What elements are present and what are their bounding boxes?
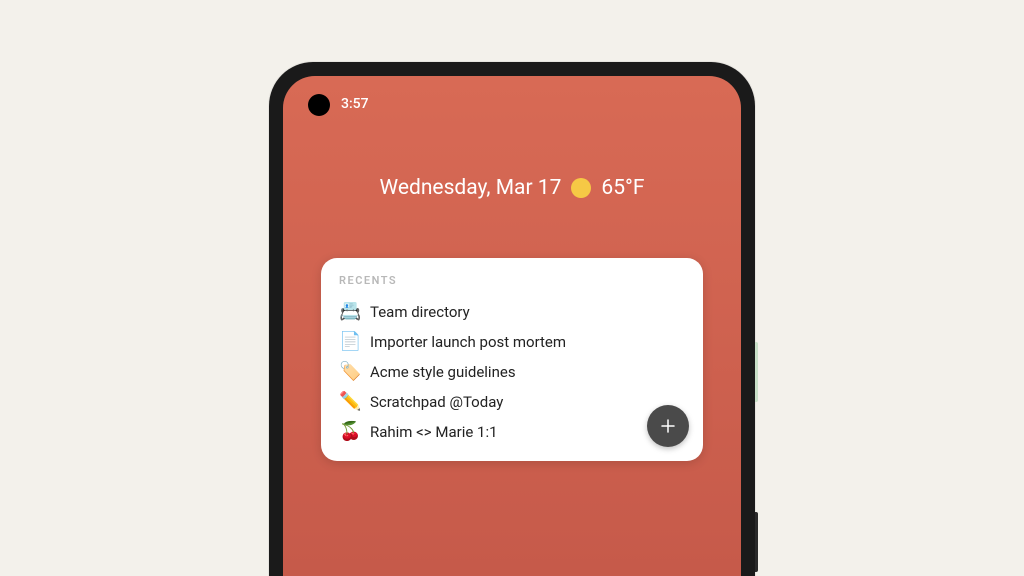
- volume-button[interactable]: [755, 512, 758, 572]
- add-button[interactable]: [647, 405, 689, 447]
- sun-icon: [571, 178, 591, 198]
- status-bar-time: 3:57: [341, 96, 369, 112]
- item-label: Scratchpad @Today: [370, 393, 503, 411]
- glance-date: Wednesday, Mar 17: [380, 176, 562, 200]
- list-item[interactable]: ✏️ Scratchpad @Today: [339, 387, 685, 417]
- item-label: Rahim <> Marie 1:1: [370, 423, 498, 441]
- pencil-icon: ✏️: [339, 393, 359, 411]
- list-item[interactable]: 🏷️ Acme style guidelines: [339, 357, 685, 387]
- at-a-glance-widget[interactable]: Wednesday, Mar 17 65°F: [283, 176, 741, 200]
- phone-frame: 3:57 Wednesday, Mar 17 65°F RECENTS 📇 Te…: [269, 62, 755, 576]
- power-button[interactable]: [755, 342, 758, 402]
- list-item[interactable]: 📇 Team directory: [339, 297, 685, 327]
- plus-icon: [659, 417, 677, 435]
- item-label: Acme style guidelines: [370, 363, 516, 381]
- item-label: Team directory: [370, 303, 470, 321]
- list-item[interactable]: 📄 Importer launch post mortem: [339, 327, 685, 357]
- home-screen[interactable]: 3:57 Wednesday, Mar 17 65°F RECENTS 📇 Te…: [283, 76, 741, 576]
- document-icon: 📄: [339, 333, 359, 351]
- badge-icon: 🏷️: [339, 363, 359, 381]
- item-label: Importer launch post mortem: [370, 333, 566, 351]
- widget-header: RECENTS: [339, 274, 685, 287]
- recents-list: 📇 Team directory 📄 Importer launch post …: [339, 297, 685, 447]
- camera-punch-hole: [308, 94, 330, 116]
- recents-widget[interactable]: RECENTS 📇 Team directory 📄 Importer laun…: [321, 258, 703, 461]
- cherries-icon: 🍒: [339, 423, 359, 441]
- list-item[interactable]: 🍒 Rahim <> Marie 1:1: [339, 417, 685, 447]
- glance-temperature: 65°F: [601, 176, 644, 200]
- rolodex-icon: 📇: [339, 303, 359, 321]
